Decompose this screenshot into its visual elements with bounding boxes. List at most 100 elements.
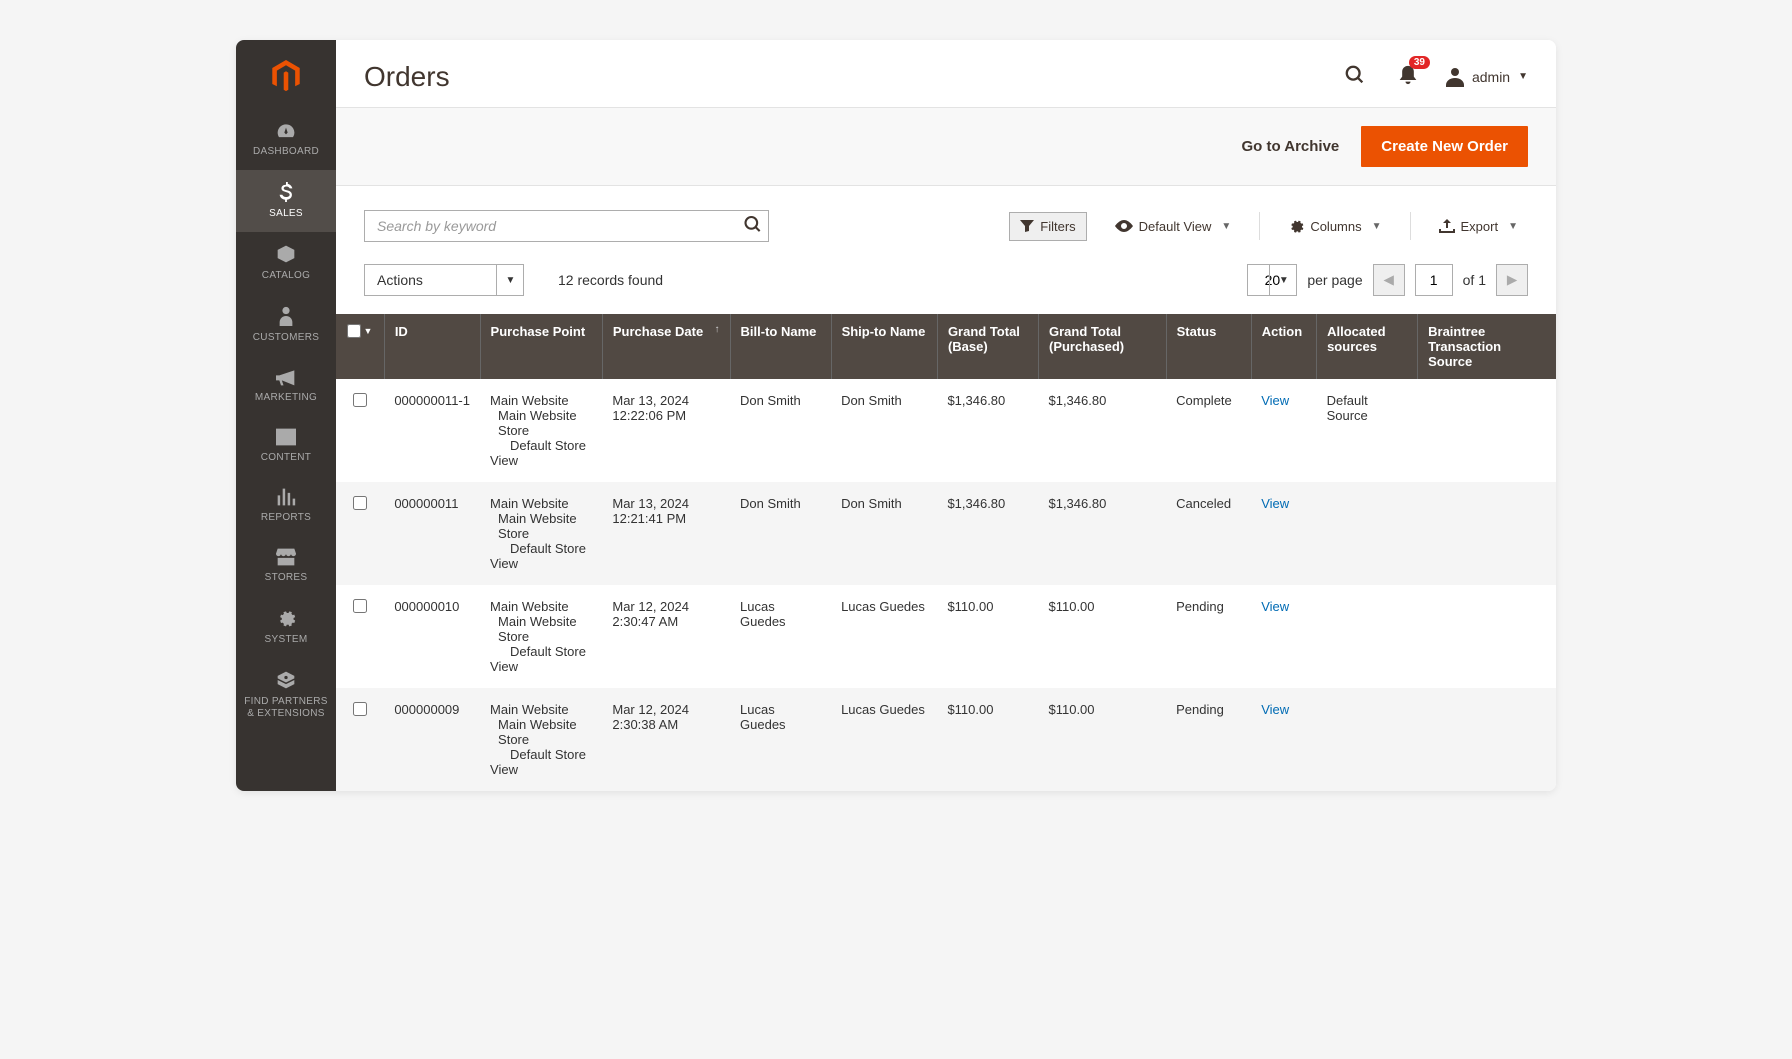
per-page-input[interactable] — [1247, 264, 1297, 296]
cell-id: 000000011 — [384, 482, 480, 585]
per-page-wrap[interactable]: ▼ — [1247, 264, 1297, 296]
col-header-braintree[interactable]: Braintree Transaction Source — [1418, 314, 1556, 379]
sidebar-item-dashboard[interactable]: DASHBOARD — [236, 110, 336, 170]
sidebar-item-label: DASHBOARD — [253, 146, 319, 158]
columns-label: Columns — [1310, 219, 1361, 234]
cell-grand-total-purchased: $1,346.80 — [1038, 482, 1166, 585]
col-header-bill-to[interactable]: Bill-to Name — [730, 314, 831, 379]
cell-grand-total-base: $110.00 — [937, 688, 1038, 791]
row-checkbox[interactable] — [353, 393, 367, 407]
sidebar-item-customers[interactable]: CUSTOMERS — [236, 294, 336, 356]
prev-page-button[interactable]: ◀ — [1373, 264, 1405, 296]
cell-allocated: Default Source — [1317, 379, 1418, 482]
default-view-label: Default View — [1139, 219, 1212, 234]
cell-braintree — [1418, 482, 1556, 585]
cell-purchase-point: Main WebsiteMain WebsiteStoreDefault Sto… — [480, 688, 602, 791]
col-header-purchase-date[interactable]: Purchase Date ↑ — [602, 314, 730, 379]
toolbar-right: Filters Default View ▼ Columns ▼ Export — [1009, 212, 1528, 241]
chevron-down-icon: ▼ — [363, 326, 372, 336]
user-icon — [1446, 67, 1464, 87]
sidebar-item-system[interactable]: SYSTEM — [236, 596, 336, 658]
col-header-action[interactable]: Action — [1251, 314, 1316, 379]
sidebar-item-label: SALES — [269, 208, 303, 220]
sidebar-item-reports[interactable]: REPORTS — [236, 476, 336, 536]
cell-bill-to: Don Smith — [730, 482, 831, 585]
row-checkbox[interactable] — [353, 599, 367, 613]
sidebar-item-label: STORES — [265, 572, 308, 584]
page-input[interactable] — [1415, 264, 1453, 296]
search-input[interactable] — [364, 210, 769, 242]
cell-braintree — [1418, 688, 1556, 791]
cell-purchase-point: Main WebsiteMain WebsiteStoreDefault Sto… — [480, 379, 602, 482]
notifications-icon[interactable]: 39 — [1394, 60, 1422, 93]
row-checkbox[interactable] — [353, 702, 367, 716]
search-button[interactable] — [743, 215, 763, 238]
sidebar-item-partners[interactable]: FIND PARTNERS & EXTENSIONS — [236, 658, 336, 732]
sidebar-item-catalog[interactable]: CATALOG — [236, 232, 336, 294]
view-link[interactable]: View — [1261, 599, 1289, 614]
sidebar-item-label: CATALOG — [262, 270, 310, 282]
actions-select[interactable]: Actions — [364, 264, 524, 296]
view-link[interactable]: View — [1261, 496, 1289, 511]
select-all-checkbox[interactable] — [347, 324, 361, 338]
col-header-ship-to[interactable]: Ship-to Name — [831, 314, 937, 379]
col-header-id[interactable]: ID — [384, 314, 480, 379]
col-header-purchase-point[interactable]: Purchase Point — [480, 314, 602, 379]
actions-select-wrap[interactable]: Actions ▼ — [364, 264, 524, 296]
sidebar-item-label: MARKETING — [255, 392, 317, 404]
table-row[interactable]: 000000009 Main WebsiteMain WebsiteStoreD… — [336, 688, 1556, 791]
sidebar-item-label: SYSTEM — [265, 634, 308, 646]
divider — [1259, 212, 1260, 240]
col-header-status[interactable]: Status — [1166, 314, 1251, 379]
col-header-grand-total-base[interactable]: Grand Total (Base) — [937, 314, 1038, 379]
cell-grand-total-base: $1,346.80 — [937, 379, 1038, 482]
actions-bar: Go to Archive Create New Order — [336, 107, 1556, 186]
pagination: ▼ per page ◀ of 1 ▶ — [1247, 264, 1528, 296]
cell-status: Pending — [1166, 688, 1251, 791]
create-new-order-button[interactable]: Create New Order — [1361, 126, 1528, 167]
admin-dropdown[interactable]: admin ▼ — [1446, 67, 1528, 87]
cell-status: Pending — [1166, 585, 1251, 688]
row-checkbox[interactable] — [353, 496, 367, 510]
sort-arrow-icon: ↑ — [715, 324, 720, 335]
sidebar-item-label: FIND PARTNERS & EXTENSIONS — [240, 696, 332, 720]
cell-grand-total-base: $1,346.80 — [937, 482, 1038, 585]
sidebar-item-sales[interactable]: SALES — [236, 170, 336, 232]
chevron-down-icon: ▼ — [1518, 71, 1528, 82]
view-link[interactable]: View — [1261, 393, 1289, 408]
per-page-label: per page — [1307, 272, 1362, 288]
export-button[interactable]: Export ▼ — [1429, 213, 1528, 240]
table-row[interactable]: 000000011-1 Main WebsiteMain WebsiteStor… — [336, 379, 1556, 482]
export-label: Export — [1461, 219, 1499, 234]
cell-ship-to: Don Smith — [831, 379, 937, 482]
table-row[interactable]: 000000011 Main WebsiteMain WebsiteStoreD… — [336, 482, 1556, 585]
select-all-header[interactable]: ▼ — [336, 314, 384, 379]
cell-status: Complete — [1166, 379, 1251, 482]
sidebar-item-label: REPORTS — [261, 512, 311, 524]
columns-button[interactable]: Columns ▼ — [1278, 212, 1391, 240]
header-right: 39 admin ▼ — [1340, 60, 1528, 93]
cell-ship-to: Lucas Guedes — [831, 688, 937, 791]
cell-grand-total-purchased: $110.00 — [1038, 688, 1166, 791]
cell-purchase-date: Mar 13, 202412:21:41 PM — [602, 482, 730, 585]
sidebar-item-content[interactable]: CONTENT — [236, 416, 336, 476]
divider — [1410, 212, 1411, 240]
cell-ship-to: Lucas Guedes — [831, 585, 937, 688]
magento-logo-icon[interactable] — [236, 50, 336, 110]
sidebar-item-marketing[interactable]: MARKETING — [236, 356, 336, 416]
default-view-button[interactable]: Default View ▼ — [1105, 213, 1242, 240]
sidebar-item-stores[interactable]: STORES — [236, 536, 336, 596]
view-link[interactable]: View — [1261, 702, 1289, 717]
go-to-archive-link[interactable]: Go to Archive — [1241, 138, 1339, 155]
filters-button[interactable]: Filters — [1009, 212, 1086, 241]
cell-grand-total-base: $110.00 — [937, 585, 1038, 688]
cell-purchase-date: Mar 12, 20242:30:47 AM — [602, 585, 730, 688]
next-page-button[interactable]: ▶ — [1496, 264, 1528, 296]
page-header: Orders 39 admin ▼ — [336, 40, 1556, 107]
col-header-allocated[interactable]: Allocated sources — [1317, 314, 1418, 379]
col-header-grand-total-purchased[interactable]: Grand Total (Purchased) — [1038, 314, 1166, 379]
table-row[interactable]: 000000010 Main WebsiteMain WebsiteStoreD… — [336, 585, 1556, 688]
search-icon[interactable] — [1340, 60, 1370, 93]
funnel-icon — [1020, 220, 1034, 232]
cell-bill-to: Lucas Guedes — [730, 688, 831, 791]
